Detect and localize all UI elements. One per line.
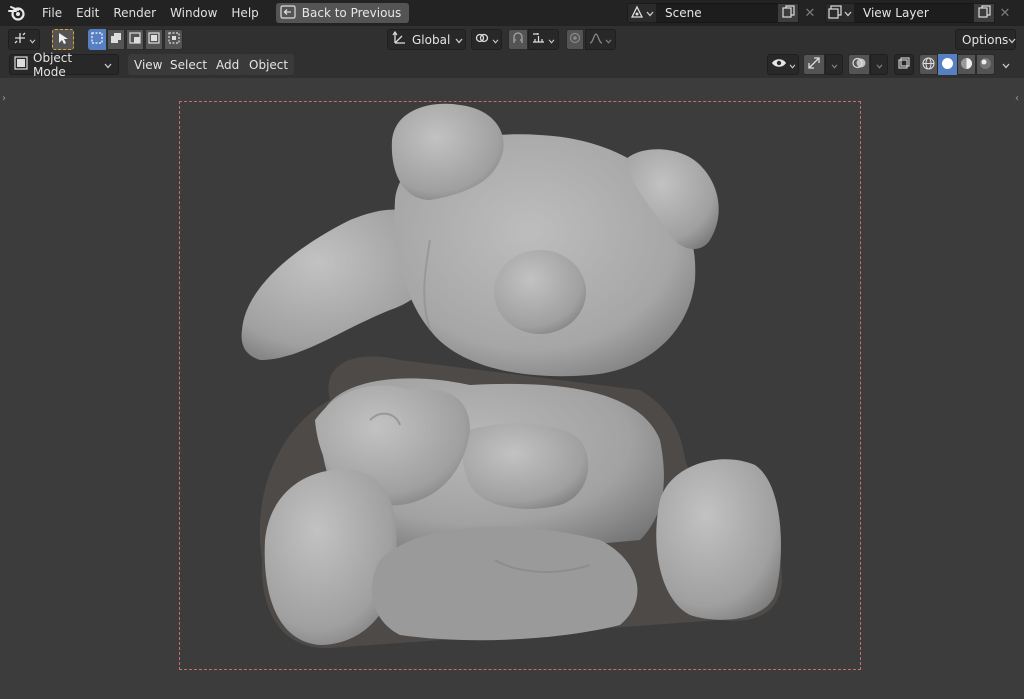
mode-dropdown[interactable]: Object Mode <box>9 51 119 79</box>
rendered-shading-icon <box>979 57 992 73</box>
wireframe-shading-icon <box>922 56 935 73</box>
solid-shading-icon <box>941 57 954 73</box>
viewport-header: Object Mode View Select Add Object <box>0 51 1024 79</box>
gizmo-dropdown[interactable] <box>825 54 843 75</box>
chevron-down-icon <box>1002 58 1010 72</box>
rendered-shading-button[interactable] <box>976 54 995 75</box>
teddy-bear-model[interactable] <box>0 0 1024 699</box>
select-menu[interactable]: Select <box>164 54 214 75</box>
xray-icon <box>898 57 910 72</box>
xray-toggle[interactable] <box>894 54 914 75</box>
material-shading-button[interactable] <box>957 54 976 75</box>
object-menu-label: Object <box>249 57 289 72</box>
overlay-toggle[interactable] <box>848 54 870 75</box>
solid-shading-button[interactable] <box>938 54 957 75</box>
chevron-down-icon <box>789 58 796 72</box>
visibility-dropdown[interactable] <box>767 54 799 75</box>
view-menu[interactable]: View <box>128 54 169 75</box>
select-menu-label: Select <box>170 57 208 72</box>
add-menu[interactable]: Add <box>210 54 246 75</box>
view-menu-label: View <box>134 57 163 72</box>
gizmo-toggle[interactable] <box>803 54 825 75</box>
chevron-down-icon <box>104 58 112 72</box>
eye-icon <box>771 57 787 72</box>
chevron-down-icon <box>831 58 838 72</box>
wireframe-shading-button[interactable] <box>919 54 938 75</box>
sidebar-expand-icon[interactable]: ‹ <box>1015 93 1019 104</box>
chevron-down-icon <box>876 58 883 72</box>
object-menu[interactable]: Object <box>243 54 295 75</box>
gizmo-icon <box>807 56 821 73</box>
shading-options-dropdown[interactable] <box>997 54 1015 75</box>
overlay-icon <box>852 56 866 73</box>
overlay-dropdown[interactable] <box>870 54 888 75</box>
object-mode-icon <box>14 56 28 73</box>
mode-label: Object Mode <box>33 50 73 79</box>
toolbar-expand-icon[interactable]: › <box>2 93 6 104</box>
material-shading-icon <box>960 57 973 73</box>
add-menu-label: Add <box>216 57 240 72</box>
